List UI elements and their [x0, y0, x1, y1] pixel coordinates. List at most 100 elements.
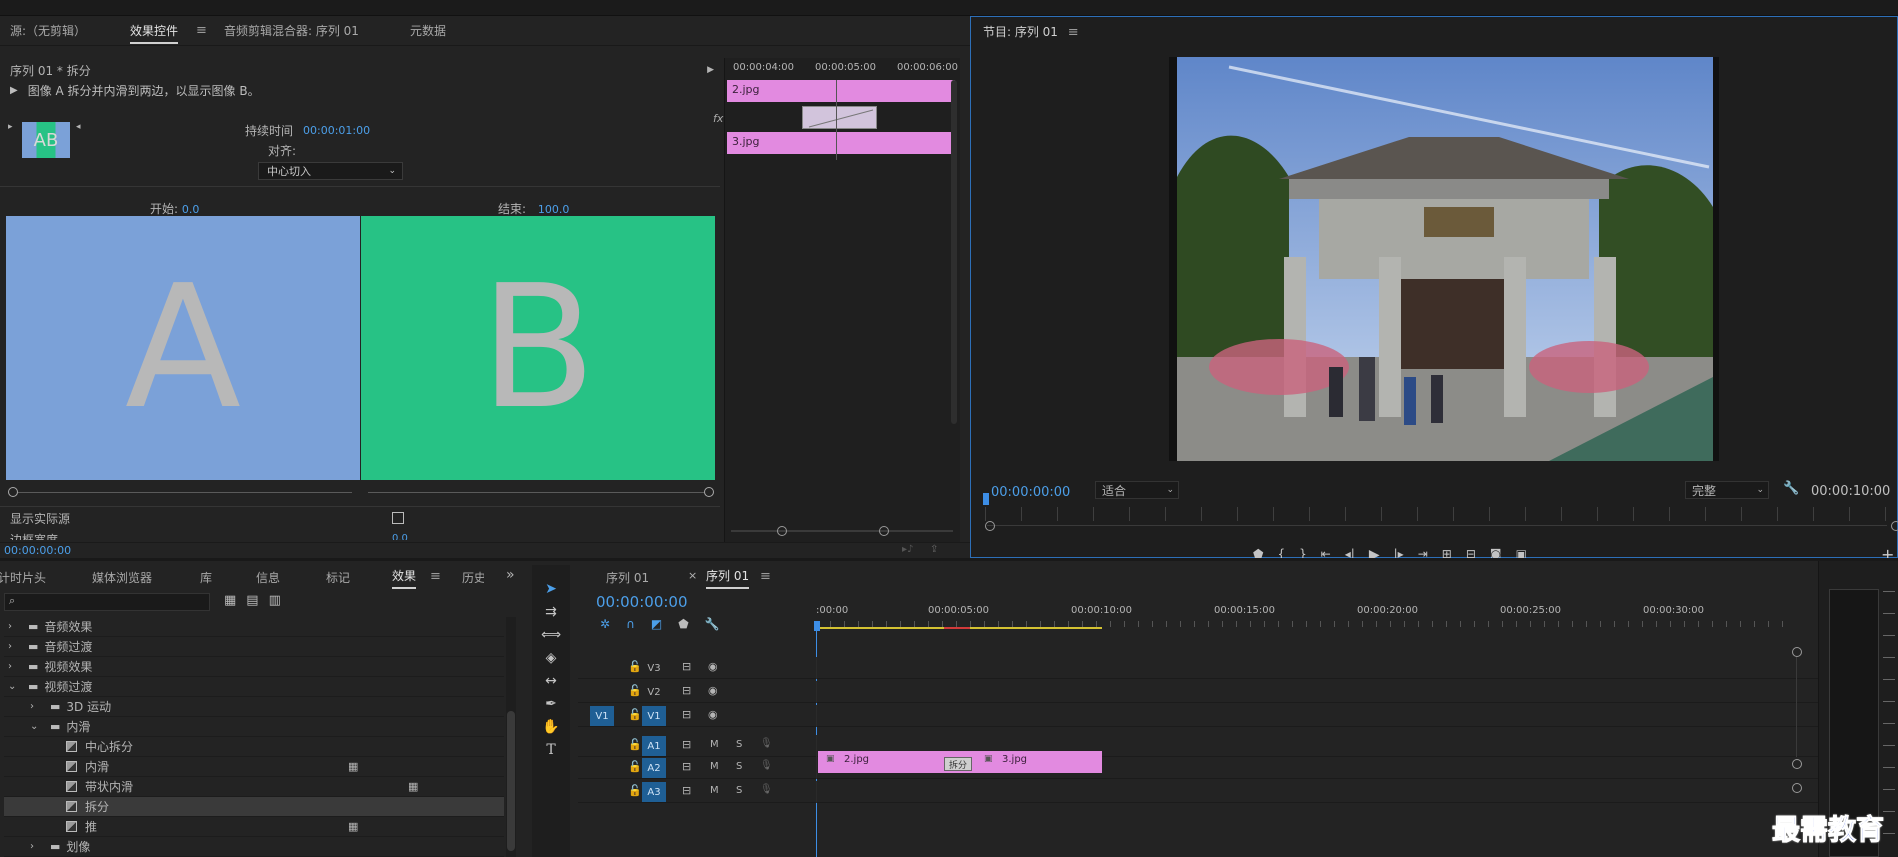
- end-slider-handle[interactable]: [704, 487, 714, 497]
- vertical-zoom-handle-top[interactable]: [1792, 647, 1802, 657]
- tab-sequence-01-a[interactable]: 序列 01: [606, 569, 649, 586]
- start-slider[interactable]: [18, 492, 352, 493]
- mini-playhead[interactable]: [836, 80, 837, 160]
- effects-search-input[interactable]: ⌕: [4, 593, 210, 611]
- lock-icon[interactable]: 🔓: [628, 660, 642, 673]
- more-tabs-icon[interactable]: »: [506, 567, 515, 583]
- border-width-value[interactable]: 0.0: [392, 533, 408, 540]
- tab-sequence-01-b[interactable]: 序列 01: [706, 567, 750, 589]
- sync-lock-icon[interactable]: ⊟: [682, 708, 691, 721]
- mini-scrollbar[interactable]: [951, 80, 957, 424]
- track-target[interactable]: A3: [642, 782, 666, 802]
- lock-icon[interactable]: 🔓: [628, 684, 642, 697]
- timeline-menu-icon[interactable]: ≡: [760, 569, 771, 584]
- track-lane[interactable]: [816, 705, 1806, 727]
- start-value[interactable]: 0.0: [182, 203, 200, 216]
- 32bit-effects-icon[interactable]: ▤: [246, 593, 258, 608]
- nest-icon[interactable]: ✲: [600, 617, 610, 631]
- panel-menu-icon[interactable]: ≡: [196, 23, 207, 38]
- type-tool-icon[interactable]: T: [546, 742, 555, 758]
- track-target[interactable]: V1: [642, 706, 666, 726]
- lock-icon[interactable]: 🔓: [628, 738, 642, 751]
- solo-button[interactable]: S: [736, 739, 742, 750]
- lock-icon[interactable]: 🔓: [628, 708, 642, 721]
- fit-dropdown[interactable]: 适合 ⌄: [1095, 481, 1179, 499]
- mini-transition[interactable]: [802, 106, 877, 129]
- mute-button[interactable]: M: [710, 785, 719, 796]
- track-target[interactable]: A1: [642, 736, 666, 756]
- track-target[interactable]: V2: [642, 682, 666, 702]
- tab-source[interactable]: 源:（无剪辑）: [10, 22, 86, 39]
- chevron-right-icon[interactable]: ›: [8, 641, 22, 652]
- track-lane[interactable]: [816, 781, 1806, 803]
- linked-selection-icon[interactable]: ◩: [651, 617, 662, 631]
- microphone-icon[interactable]: 🎙: [760, 784, 773, 795]
- program-playhead[interactable]: [983, 493, 989, 505]
- chevron-down-icon[interactable]: ⌄: [8, 681, 22, 692]
- slip-tool-icon[interactable]: ↔: [545, 673, 557, 689]
- sync-lock-icon[interactable]: ⊟: [682, 738, 691, 751]
- chevron-right-icon[interactable]: ›: [30, 701, 44, 712]
- eye-icon[interactable]: ◉: [708, 708, 718, 721]
- tab-timecode[interactable]: 计时片头: [0, 569, 46, 586]
- mute-button[interactable]: M: [710, 761, 719, 772]
- tree-folder[interactable]: › ▬ 音频过渡: [4, 637, 504, 657]
- mini-zoom-handle-right[interactable]: [879, 526, 889, 536]
- track-lane[interactable]: [816, 657, 1806, 679]
- tree-folder[interactable]: › ▬ 音频效果: [4, 617, 504, 637]
- tree-effect[interactable]: 内滑 ▦: [4, 757, 504, 777]
- program-timecode[interactable]: 00:00:00:00: [991, 485, 1070, 500]
- effects-menu-icon[interactable]: ≡: [430, 569, 441, 584]
- tree-effect[interactable]: 中心拆分: [4, 737, 504, 757]
- quality-dropdown[interactable]: 完整 ⌄: [1685, 481, 1769, 499]
- yuv-effects-icon[interactable]: ▥: [269, 593, 281, 608]
- source-patch-v1[interactable]: V1: [590, 706, 614, 726]
- tab-audio-clip-mixer[interactable]: 音频剪辑混合器: 序列 01: [224, 22, 359, 39]
- program-zoom-bar[interactable]: [987, 525, 1887, 526]
- effects-scroll-thumb[interactable]: [507, 711, 515, 851]
- close-tab-icon[interactable]: ×: [688, 569, 697, 582]
- zoom-handle-right[interactable]: [1891, 521, 1898, 531]
- sync-lock-icon[interactable]: ⊟: [682, 784, 691, 797]
- lock-icon[interactable]: 🔓: [628, 784, 642, 797]
- tree-folder[interactable]: › ▬ 划像: [4, 837, 504, 857]
- play-transition-icon[interactable]: ▶: [10, 85, 18, 96]
- transition-thumbnail[interactable]: AB: [22, 122, 70, 158]
- tab-effects[interactable]: 效果: [392, 567, 417, 589]
- vertical-zoom-handle-mid[interactable]: [1792, 759, 1802, 769]
- chevron-down-icon[interactable]: ⌄: [30, 721, 44, 732]
- show-actual-source-checkbox[interactable]: [392, 512, 404, 524]
- zoom-handle-left[interactable]: [985, 521, 995, 531]
- audio-zoom-handle[interactable]: [1792, 783, 1802, 793]
- tab-media-browser[interactable]: 媒体浏览器: [92, 569, 152, 586]
- snap-icon[interactable]: ∩: [626, 617, 635, 631]
- mini-clip-a[interactable]: 2.jpg: [727, 80, 955, 102]
- tab-markers[interactable]: 标记: [326, 569, 350, 586]
- add-marker-timeline-icon[interactable]: ⬟: [678, 617, 688, 631]
- tab-info[interactable]: 信息: [256, 569, 280, 586]
- sync-lock-icon[interactable]: ⊟: [682, 760, 691, 773]
- timeline-ruler[interactable]: :00:00 00:00:05:00 00:00:10:00 00:00:15:…: [816, 605, 1796, 629]
- program-ruler[interactable]: [985, 507, 1891, 521]
- program-menu-icon[interactable]: ≡: [1068, 25, 1079, 40]
- chevron-right-icon[interactable]: ›: [8, 661, 22, 672]
- solo-button[interactable]: S: [736, 785, 742, 796]
- eye-icon[interactable]: ◉: [708, 660, 718, 673]
- razor-tool-icon[interactable]: ◈: [546, 650, 557, 666]
- tree-effect[interactable]: 带状内滑 ▦: [4, 777, 504, 797]
- play-audio-icon[interactable]: ▸♪: [902, 544, 913, 555]
- lock-icon[interactable]: 🔓: [628, 760, 642, 773]
- tab-history[interactable]: 历史: [462, 569, 484, 586]
- effect-controls-timecode[interactable]: 00:00:00:00: [4, 544, 71, 557]
- track-lane[interactable]: [816, 681, 1806, 703]
- track-select-tool-icon[interactable]: ⇉: [545, 604, 557, 620]
- tree-folder[interactable]: ⌄ ▬ 视频过渡: [4, 677, 504, 697]
- timeline-settings-icon[interactable]: 🔧: [705, 617, 720, 631]
- ripple-edit-tool-icon[interactable]: ⟺: [541, 627, 561, 643]
- track-target[interactable]: V3: [642, 658, 666, 678]
- settings-wrench-icon[interactable]: 🔧: [1783, 481, 1799, 496]
- sync-lock-icon[interactable]: ⊟: [682, 684, 691, 697]
- start-slider-handle[interactable]: [8, 487, 18, 497]
- end-value[interactable]: 100.0: [538, 203, 570, 216]
- tab-effect-controls[interactable]: 效果控件: [130, 22, 179, 44]
